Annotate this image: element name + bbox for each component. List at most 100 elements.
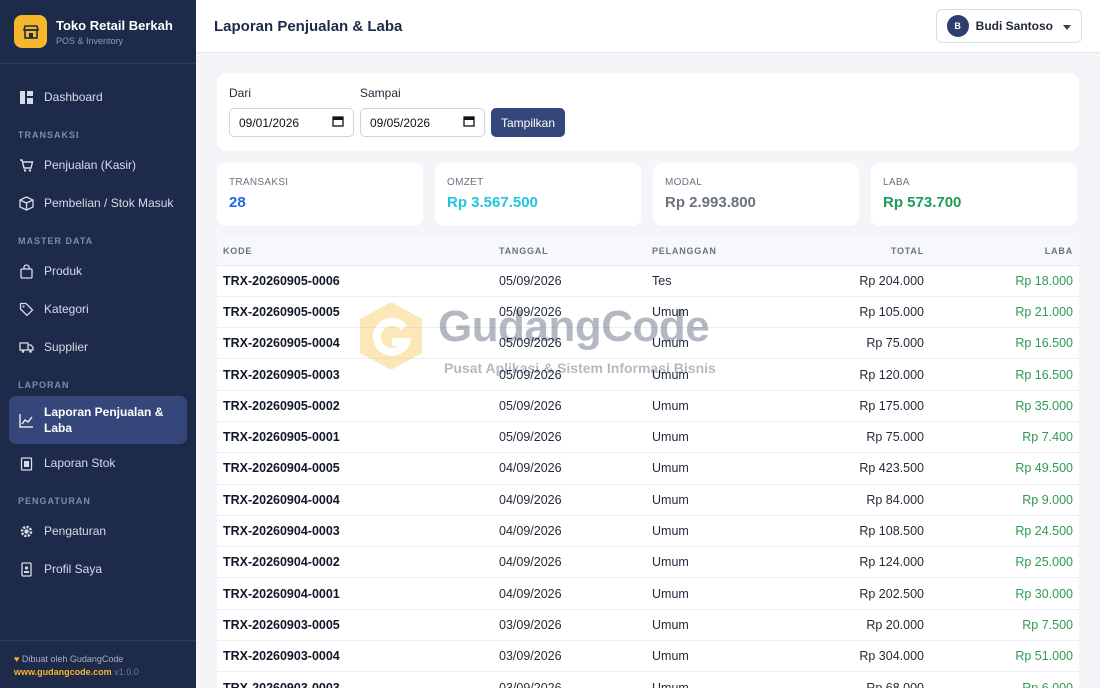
cell-pelanggan: Tes	[646, 265, 776, 297]
stat-value: Rp 3.567.500	[447, 194, 538, 211]
stat-label: LABA	[883, 177, 910, 188]
sidebar-item-produk[interactable]: Produk	[0, 252, 196, 290]
table-row[interactable]: TRX-20260905-0003 05/09/2026 Umum Rp 120.00…	[217, 358, 1079, 391]
from-date-input[interactable]: 09/01/2026	[229, 108, 354, 137]
cell-tanggal: 03/09/2026	[493, 609, 646, 642]
calendar-icon[interactable]	[463, 115, 475, 130]
user-name: Budi Santoso	[975, 19, 1053, 33]
calendar-icon[interactable]	[332, 115, 344, 130]
sidebar-item-dashboard[interactable]: Dashboard	[0, 78, 196, 116]
cell-tanggal: 03/09/2026	[493, 640, 646, 673]
user-menu-button[interactable]: B Budi Santoso	[935, 9, 1082, 43]
table-row[interactable]: TRX-20260903-0005 03/09/2026 Umum Rp 20.000…	[217, 609, 1079, 642]
gudangcode-link[interactable]: www.gudangcode.com	[14, 667, 112, 677]
cell-laba: Rp 9.000	[930, 484, 1079, 516]
cell-total: Rp 202.500	[776, 577, 930, 610]
stat-transaksi: TRANSAKSI 28	[217, 163, 423, 226]
box-icon	[18, 195, 34, 211]
cell-kode: TRX-20260904-0005	[217, 452, 493, 485]
stats-row: TRANSAKSI 28 OMZET Rp 3.567.500 MODAL Rp…	[217, 163, 1079, 226]
cell-tanggal: 04/09/2026	[493, 577, 646, 610]
col-tanggal[interactable]: TANGGAL	[493, 238, 646, 266]
table-row[interactable]: TRX-20260904-0003 04/09/2026 Umum Rp 108.50…	[217, 515, 1079, 548]
cell-total: Rp 20.000	[776, 609, 930, 642]
stat-value: 28	[229, 194, 246, 211]
cell-tanggal: 05/09/2026	[493, 358, 646, 391]
section-pengaturan: PENGATURAN	[18, 496, 91, 506]
made-by-text: Dibuat oleh GudangCode	[21, 654, 124, 664]
sidebar-item-kategori[interactable]: Kategori	[0, 290, 196, 328]
cell-total: Rp 120.000	[776, 358, 930, 391]
to-field: Sampai 09/05/2026	[360, 86, 485, 137]
avatar: B	[946, 15, 969, 37]
table-row[interactable]: TRX-20260904-0001 04/09/2026 Umum Rp 202.50…	[217, 577, 1079, 610]
bag-icon	[18, 263, 34, 279]
stat-label: OMZET	[447, 177, 484, 188]
cell-laba: Rp 35.000	[930, 390, 1079, 422]
cell-kode: TRX-20260903-0004	[217, 640, 493, 673]
cell-tanggal: 05/09/2026	[493, 296, 646, 329]
show-report-button[interactable]: Tampilkan	[491, 108, 566, 137]
sidebar-item-label: Supplier	[44, 340, 89, 354]
sidebar-item-laporan-penjualan[interactable]: Laporan Penjualan & Laba	[9, 396, 187, 444]
stat-value: Rp 573.700	[883, 194, 962, 211]
cell-kode: TRX-20260904-0003	[217, 515, 493, 548]
sidebar: Toko Retail Berkah POS & Inventory Dashb…	[0, 0, 196, 688]
cell-tanggal: 03/09/2026	[493, 671, 646, 688]
from-label: Dari	[229, 86, 252, 100]
table-row[interactable]: TRX-20260904-0005 04/09/2026 Umum Rp 423.50…	[217, 452, 1079, 485]
table-row[interactable]: TRX-20260905-0002 05/09/2026 Umum Rp 175.00…	[217, 390, 1079, 422]
table-row[interactable]: TRX-20260905-0005 05/09/2026 Umum Rp 105.00…	[217, 296, 1079, 329]
col-kode[interactable]: KODE	[217, 238, 493, 266]
col-total[interactable]: TOTAL	[776, 238, 930, 266]
table-row[interactable]: TRX-20260905-0004 05/09/2026 Umum Rp 75.000…	[217, 327, 1079, 360]
cell-laba: Rp 16.500	[930, 327, 1079, 360]
caret-down-icon	[1063, 17, 1071, 35]
table-row[interactable]: TRX-20260905-0001 05/09/2026 Umum Rp 75.000…	[217, 421, 1079, 454]
sidebar-item-label: Laporan Penjualan & Laba	[44, 405, 164, 435]
stat-omzet: OMZET Rp 3.567.500	[435, 163, 641, 226]
sidebar-footer: ♥ Dibuat oleh GudangCode www.gudangcode.…	[0, 640, 196, 688]
cell-kode: TRX-20260905-0005	[217, 296, 493, 329]
col-laba[interactable]: LABA	[930, 238, 1079, 266]
col-pelanggan[interactable]: PELANGGAN	[646, 238, 776, 266]
sidebar-item-penjualan[interactable]: Penjualan (Kasir)	[0, 146, 196, 184]
table-row[interactable]: TRX-20260905-0006 05/09/2026 Tes Rp 204.000…	[217, 265, 1079, 297]
cell-kode: TRX-20260905-0003	[217, 358, 493, 391]
cell-total: Rp 204.000	[776, 265, 930, 297]
to-date-input[interactable]: 09/05/2026	[360, 108, 485, 137]
cell-pelanggan: Umum	[646, 515, 776, 548]
sidebar-item-profil[interactable]: Profil Saya	[0, 550, 196, 588]
sidebar-item-supplier[interactable]: Supplier	[0, 328, 196, 366]
cell-pelanggan: Umum	[646, 296, 776, 329]
cell-laba: Rp 6.000	[930, 671, 1079, 688]
cell-pelanggan: Umum	[646, 421, 776, 454]
brand[interactable]: Toko Retail Berkah POS & Inventory	[0, 0, 196, 64]
cell-kode: TRX-20260905-0004	[217, 327, 493, 360]
cell-kode: TRX-20260905-0002	[217, 390, 493, 422]
cell-laba: Rp 7.500	[930, 609, 1079, 642]
table-row[interactable]: TRX-20260904-0002 04/09/2026 Umum Rp 124.00…	[217, 546, 1079, 579]
cell-tanggal: 05/09/2026	[493, 421, 646, 454]
cell-pelanggan: Umum	[646, 452, 776, 485]
sidebar-item-pengaturan[interactable]: Pengaturan	[0, 512, 196, 550]
table-row[interactable]: TRX-20260903-0004 03/09/2026 Umum Rp 304.00…	[217, 640, 1079, 673]
to-label: Sampai	[360, 86, 401, 100]
sidebar-item-laporan-stok[interactable]: Laporan Stok	[0, 444, 196, 482]
table-row[interactable]: TRX-20260904-0004 04/09/2026 Umum Rp 84.000…	[217, 484, 1079, 516]
store-icon	[14, 15, 47, 48]
dashboard-icon	[18, 89, 34, 105]
cell-laba: Rp 21.000	[930, 296, 1079, 329]
cell-laba: Rp 18.000	[930, 265, 1079, 297]
table-row[interactable]: TRX-20260903-0003 03/09/2026 Umum Rp 68.000…	[217, 671, 1079, 688]
sales-table-card: KODE TANGGAL PELANGGAN TOTAL LABA TRX-20…	[217, 238, 1079, 688]
cell-kode: TRX-20260904-0002	[217, 546, 493, 579]
heart-icon: ♥	[14, 654, 20, 664]
sidebar-nav: Dashboard TRANSAKSI Penjualan (Kasir) Pe…	[0, 64, 196, 588]
chart-line-icon	[18, 412, 34, 428]
sidebar-item-label: Penjualan (Kasir)	[44, 158, 137, 172]
sidebar-item-pembelian[interactable]: Pembelian / Stok Masuk	[0, 184, 196, 222]
cell-pelanggan: Umum	[646, 484, 776, 516]
cell-total: Rp 108.500	[776, 515, 930, 548]
from-field: Dari 09/01/2026	[229, 86, 354, 137]
